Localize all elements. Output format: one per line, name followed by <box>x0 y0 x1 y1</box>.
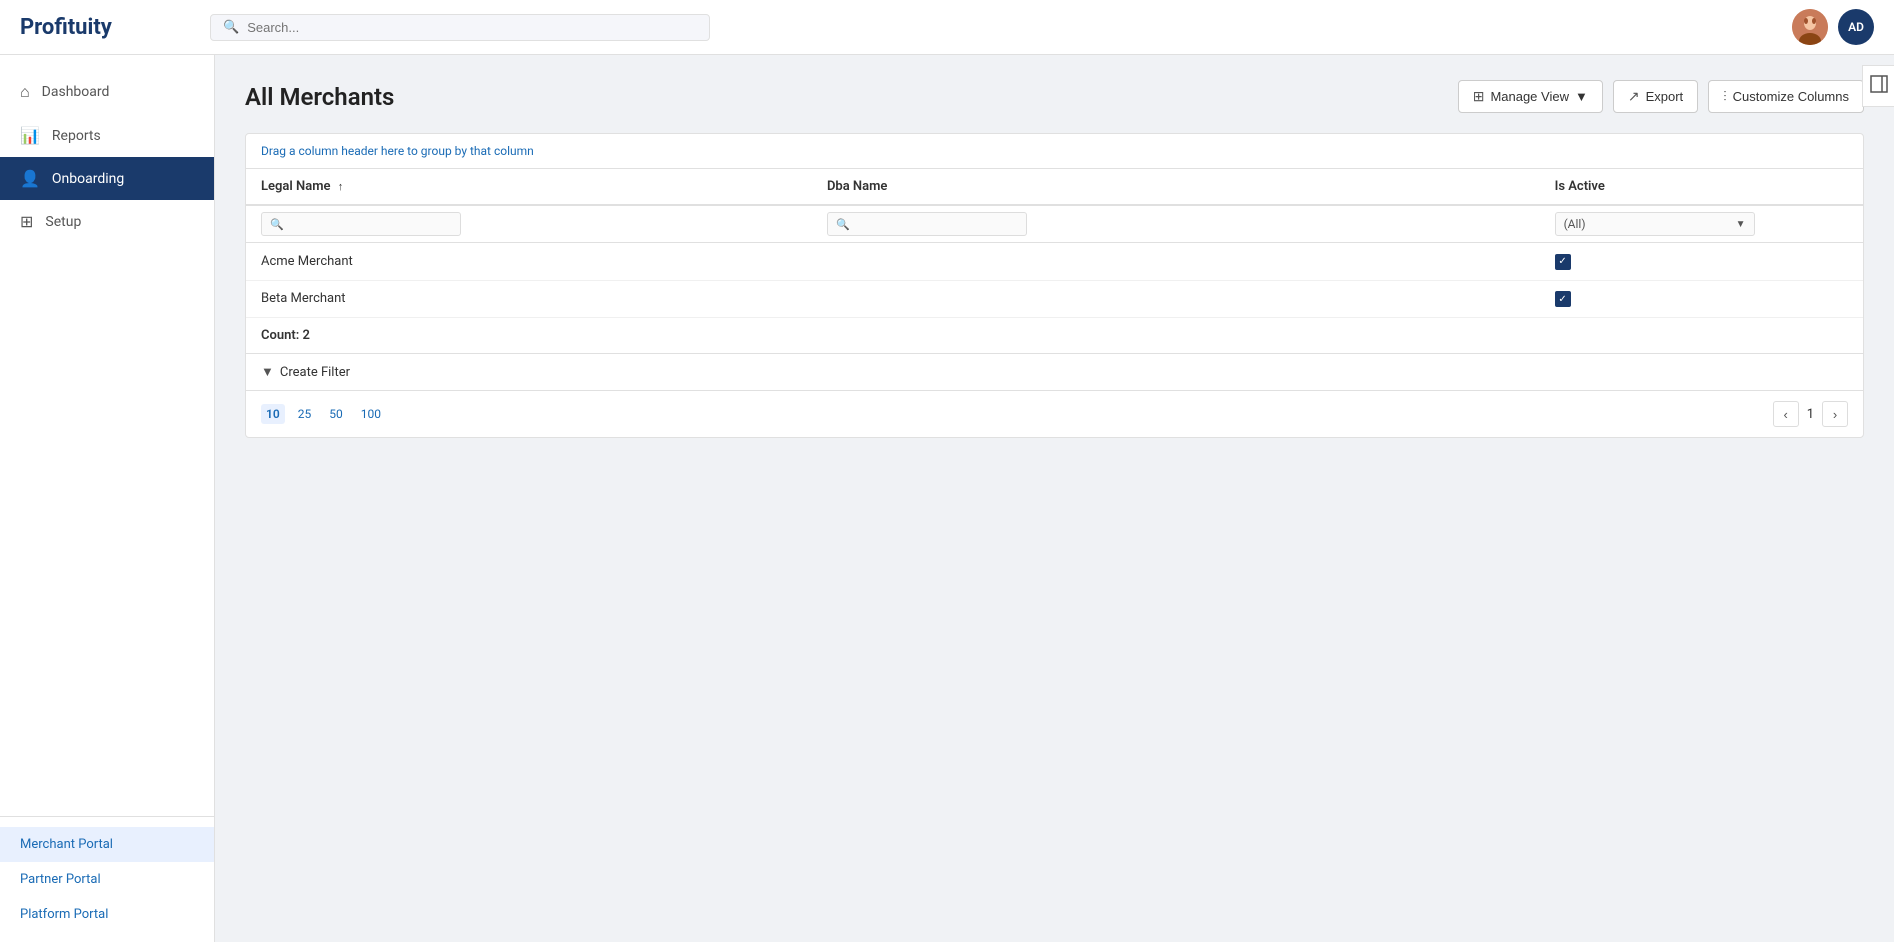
top-header: Profituity 🔍 AD <box>0 0 1894 55</box>
sidebar-item-dashboard[interactable]: ⌂ Dashboard <box>0 70 214 114</box>
col-search-icon: 🔍 <box>836 218 850 231</box>
columns-icon: ⫶ <box>1723 88 1727 105</box>
legal-name-filter-cell: 🔍 <box>246 205 812 243</box>
page-sizes: 10 25 50 100 <box>261 404 386 424</box>
is-active-checkbox[interactable] <box>1555 254 1571 270</box>
legal-name-search[interactable]: 🔍 <box>261 212 461 236</box>
col-header-legal-name-label: Legal Name <box>261 179 330 194</box>
customize-columns-button[interactable]: ⫶ Customize Columns <box>1708 80 1864 113</box>
sort-icon: ↑ <box>338 180 344 193</box>
table-row[interactable]: Beta Merchant <box>246 280 1863 318</box>
dba-name-search[interactable]: 🔍 <box>827 212 1027 236</box>
sidebar-item-label: Reports <box>52 128 101 144</box>
drag-hint: Drag a column header here to group by th… <box>246 134 1863 169</box>
dba-name-cell <box>812 280 1540 318</box>
filter-icon: ▼ <box>261 364 274 380</box>
dba-name-filter-cell: 🔍 <box>812 205 1540 243</box>
is-active-dropdown[interactable]: (All) ▼ <box>1555 212 1755 236</box>
legal-name-cell: Beta Merchant <box>246 280 812 318</box>
dba-name-filter-input[interactable] <box>863 217 1018 231</box>
app-logo: Profituity <box>20 15 180 40</box>
user-initials[interactable]: AD <box>1838 9 1874 45</box>
sidebar-item-setup[interactable]: ⊞ Setup <box>0 200 214 243</box>
table-container: Drag a column header here to group by th… <box>245 133 1864 438</box>
page-nav: ‹ 1 › <box>1773 401 1848 427</box>
right-panel-toggle[interactable] <box>1862 65 1894 107</box>
is-active-cell <box>1540 243 1863 281</box>
is-active-cell <box>1540 280 1863 318</box>
merchant-portal-link[interactable]: Merchant Portal <box>0 827 214 862</box>
manage-view-label: Manage View <box>1490 89 1569 104</box>
next-page-button[interactable]: › <box>1822 401 1848 427</box>
app-layout: ⌂ Dashboard 📊 Reports 👤 Onboarding ⊞ Set… <box>0 55 1894 942</box>
export-button[interactable]: ↗ Export <box>1613 80 1698 113</box>
sidebar-nav: ⌂ Dashboard 📊 Reports 👤 Onboarding ⊞ Set… <box>0 55 214 816</box>
header-right: AD <box>1792 9 1874 45</box>
grid-icon: ⊞ <box>1473 88 1485 105</box>
sidebar-item-onboarding[interactable]: 👤 Onboarding <box>0 157 214 200</box>
col-header-dba-name[interactable]: Dba Name <box>812 169 1540 205</box>
table-row[interactable]: Acme Merchant <box>246 243 1863 281</box>
main-content: All Merchants ⊞ Manage View ▼ ↗ Export ⫶… <box>215 55 1894 942</box>
toolbar: ⊞ Manage View ▼ ↗ Export ⫶ Customize Col… <box>1458 80 1864 113</box>
page-size-100[interactable]: 100 <box>356 404 386 424</box>
platform-portal-link[interactable]: Platform Portal <box>0 897 214 932</box>
setup-icon: ⊞ <box>20 212 33 231</box>
page-title: All Merchants <box>245 83 394 111</box>
customize-columns-label: Customize Columns <box>1733 89 1849 104</box>
sidebar-footer: Merchant Portal Partner Portal Platform … <box>0 816 214 942</box>
create-filter-label: Create Filter <box>280 365 350 380</box>
col-search-icon: 🔍 <box>270 218 284 231</box>
create-filter-row[interactable]: ▼ Create Filter <box>246 354 1863 391</box>
is-active-all-option: (All) <box>1564 217 1586 231</box>
pagination-row: 10 25 50 100 ‹ 1 › <box>246 391 1863 437</box>
sidebar-item-label: Onboarding <box>52 171 124 187</box>
export-label: Export <box>1646 89 1684 104</box>
col-header-is-active-label: Is Active <box>1555 179 1605 194</box>
current-page-number: 1 <box>1807 407 1814 422</box>
search-icon: 🔍 <box>223 20 239 35</box>
page-size-25[interactable]: 25 <box>293 404 317 424</box>
page-size-10[interactable]: 10 <box>261 404 285 424</box>
col-header-legal-name[interactable]: Legal Name ↑ <box>246 169 812 205</box>
sidebar-item-label: Dashboard <box>42 84 110 100</box>
dropdown-arrow-icon: ▼ <box>1736 219 1746 230</box>
col-header-dba-name-label: Dba Name <box>827 179 887 194</box>
dba-name-cell <box>812 243 1540 281</box>
avatar[interactable] <box>1792 9 1828 45</box>
search-input[interactable] <box>247 20 697 35</box>
prev-page-button[interactable]: ‹ <box>1773 401 1799 427</box>
legal-name-filter-input[interactable] <box>297 217 452 231</box>
manage-view-button[interactable]: ⊞ Manage View ▼ <box>1458 80 1603 113</box>
page-header: All Merchants ⊞ Manage View ▼ ↗ Export ⫶… <box>245 80 1864 113</box>
page-size-50[interactable]: 50 <box>324 404 348 424</box>
dropdown-arrow-icon: ▼ <box>1575 89 1588 104</box>
sidebar-item-label: Setup <box>45 214 81 230</box>
partner-portal-link[interactable]: Partner Portal <box>0 862 214 897</box>
table-header-row: Legal Name ↑ Dba Name Is Active <box>246 169 1863 205</box>
sidebar-item-reports[interactable]: 📊 Reports <box>0 114 214 157</box>
col-header-is-active[interactable]: Is Active <box>1540 169 1863 205</box>
is-active-checkbox[interactable] <box>1555 291 1571 307</box>
is-active-filter-cell: (All) ▼ <box>1540 205 1863 243</box>
sidebar: ⌂ Dashboard 📊 Reports 👤 Onboarding ⊞ Set… <box>0 55 215 942</box>
column-filter-row: 🔍 🔍 (All) <box>246 205 1863 243</box>
panel-icon <box>1869 74 1889 94</box>
data-table: Legal Name ↑ Dba Name Is Active <box>246 169 1863 318</box>
count-row: Count: 2 <box>246 318 1863 354</box>
reports-icon: 📊 <box>20 126 40 145</box>
onboarding-icon: 👤 <box>20 169 40 188</box>
dashboard-icon: ⌂ <box>20 82 30 102</box>
legal-name-cell: Acme Merchant <box>246 243 812 281</box>
export-icon: ↗ <box>1628 88 1640 105</box>
search-container[interactable]: 🔍 <box>210 14 710 41</box>
